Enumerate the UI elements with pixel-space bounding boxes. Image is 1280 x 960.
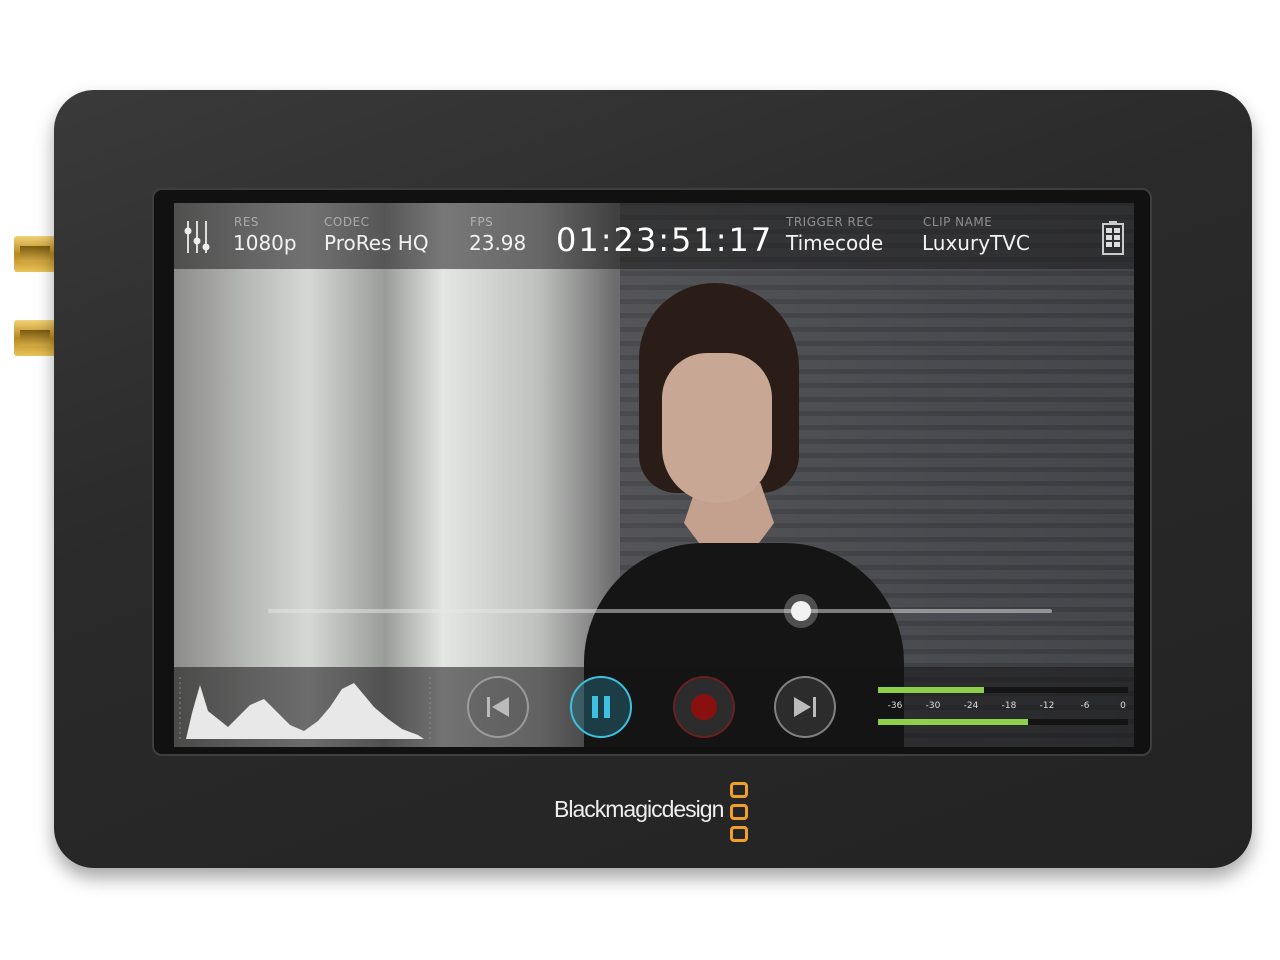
audio-level-2 bbox=[878, 719, 1028, 725]
status-bar: RES 1080p CODEC ProRes HQ FPS 23.98 01:2… bbox=[174, 203, 1134, 269]
logo-mark bbox=[730, 804, 748, 820]
meter-scale-label: -30 bbox=[925, 701, 941, 711]
meter-scale-label: -24 bbox=[963, 701, 979, 711]
record-button[interactable] bbox=[673, 676, 735, 738]
skip-back-button[interactable] bbox=[467, 676, 529, 738]
codec-value[interactable]: ProRes HQ bbox=[324, 231, 429, 255]
res-label: RES bbox=[234, 215, 260, 229]
hdmi-connector bbox=[14, 320, 56, 356]
monitor-screen[interactable]: RES 1080p CODEC ProRes HQ FPS 23.98 01:2… bbox=[174, 203, 1134, 747]
playback-scrubber[interactable] bbox=[268, 594, 1052, 628]
brand-logo: Blackmagicdesign bbox=[554, 796, 724, 822]
meter-scale-label: -12 bbox=[1039, 701, 1055, 711]
record-icon bbox=[691, 694, 717, 720]
sliders-icon[interactable] bbox=[184, 219, 210, 255]
pause-button[interactable] bbox=[570, 676, 632, 738]
sdi-connector bbox=[14, 236, 56, 272]
meter-scale-label: 0 bbox=[1120, 701, 1126, 711]
audio-level-1 bbox=[878, 687, 984, 693]
pause-icon bbox=[592, 696, 610, 718]
histogram bbox=[179, 677, 431, 739]
fps-label: FPS bbox=[470, 215, 494, 229]
audio-channel-1 bbox=[878, 687, 1128, 693]
trigger-value[interactable]: Timecode bbox=[786, 231, 883, 255]
clip-label: CLIP NAME bbox=[923, 215, 993, 229]
meter-scale-label: -18 bbox=[1001, 701, 1017, 711]
scrubber-handle[interactable] bbox=[784, 594, 819, 628]
battery-icon bbox=[1102, 221, 1124, 255]
audio-channel-2 bbox=[878, 719, 1128, 725]
res-value[interactable]: 1080p bbox=[233, 231, 297, 255]
skip-back-icon bbox=[487, 697, 509, 717]
codec-label: CODEC bbox=[324, 215, 370, 229]
fps-value[interactable]: 23.98 bbox=[469, 231, 526, 255]
trigger-label: TRIGGER REC bbox=[786, 215, 874, 229]
clip-value[interactable]: LuxuryTVC bbox=[922, 231, 1030, 255]
logo-mark bbox=[730, 826, 748, 842]
skip-forward-button[interactable] bbox=[774, 676, 836, 738]
skip-forward-icon bbox=[794, 697, 816, 717]
meter-scale-label: -6 bbox=[1080, 701, 1090, 711]
meter-scale-label: -36 bbox=[887, 701, 903, 711]
timecode: 01:23:51:17 bbox=[556, 221, 774, 259]
logo-mark bbox=[730, 782, 748, 798]
